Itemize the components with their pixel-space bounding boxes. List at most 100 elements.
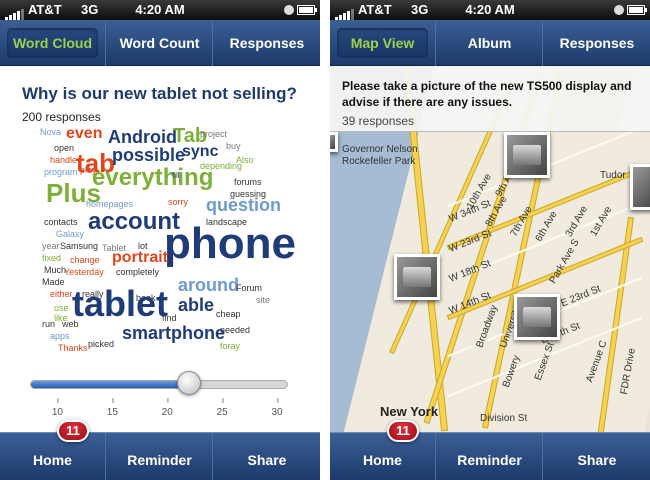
cloud-word: contacts: [44, 217, 78, 227]
response-count: 39 responses: [342, 114, 415, 128]
tab-responses[interactable]: Responses: [214, 20, 320, 66]
cloud-word: forums: [234, 177, 262, 187]
slider-tick-label: 10: [51, 398, 63, 418]
battery-icon: [627, 5, 647, 15]
cloud-word: change: [70, 255, 100, 265]
tab-label: Word Cloud: [12, 35, 93, 51]
top-tab-bar: Map View Album Responses: [330, 20, 650, 66]
cloud-word: phone: [164, 219, 296, 268]
photo-pin-marker[interactable]: [330, 132, 338, 152]
cloud-word: even: [66, 125, 103, 142]
cloud-word: buy: [226, 141, 241, 151]
tab-word-cloud[interactable]: Word Cloud: [0, 20, 106, 66]
tab-responses[interactable]: Responses: [544, 20, 650, 66]
cloud-word: year: [42, 241, 60, 251]
tab-album[interactable]: Album: [437, 20, 543, 66]
cloud-word: portrait: [112, 249, 168, 266]
cloud-word: web: [62, 319, 79, 329]
tab-label: Map View: [350, 35, 415, 51]
slider-thumb[interactable]: [177, 371, 202, 395]
cloud-word: Much: [44, 265, 67, 275]
tab-label: Responses: [229, 35, 305, 51]
cloud-word: Android: [108, 127, 177, 147]
screenshot-stage: AT&T 3G 4:20 AM Word Cloud Word Count Re…: [0, 0, 650, 480]
cloud-word: Made: [42, 277, 65, 287]
slider-ticks: 10 15 20 25 30: [30, 397, 288, 418]
cloud-word: apps: [50, 331, 70, 341]
map-label-rockefeller-park: Rockefeller Park: [342, 156, 416, 167]
photo-pin-marker[interactable]: [504, 132, 550, 178]
survey-prompt-header: Please take a picture of the new TS500 d…: [330, 66, 650, 132]
cloud-word: completely: [116, 267, 160, 277]
rotation-lock-icon: [284, 5, 294, 15]
home-button[interactable]: Home: [0, 433, 106, 480]
clock-label: 4:20 AM: [135, 2, 185, 17]
cloud-word: fill: [172, 171, 180, 180]
cloud-word: project: [200, 129, 228, 139]
display-photo-thumbnail: [523, 307, 551, 327]
notification-badge: 11: [57, 420, 89, 442]
tab-map-view[interactable]: Map View: [330, 20, 436, 66]
photo-pin-marker[interactable]: [630, 164, 650, 210]
slider-track[interactable]: [30, 380, 288, 389]
cloud-word: handle: [50, 155, 78, 165]
cloud-word: around: [178, 275, 239, 295]
share-button[interactable]: Share: [544, 433, 650, 480]
top-tab-bar: Word Cloud Word Count Responses: [0, 20, 320, 66]
cloud-word: program: [44, 167, 78, 177]
survey-prompt: Please take a picture of the new TS500 d…: [342, 79, 632, 109]
cloud-word: find: [162, 313, 177, 323]
map-label-division: Division St: [480, 413, 528, 424]
status-bar: AT&T 3G 4:20 AM: [330, 0, 650, 20]
cloud-word: Nova: [40, 127, 62, 137]
cloud-word: tablet: [72, 283, 169, 324]
status-bar: AT&T 3G 4:20 AM: [0, 0, 320, 20]
cloud-word: Galaxy: [56, 229, 85, 239]
cloud-word: picked: [88, 339, 115, 349]
phone-word-cloud-screen: AT&T 3G 4:20 AM Word Cloud Word Count Re…: [0, 0, 320, 480]
bottom-toolbar: Home Reminder Share: [330, 432, 650, 480]
tab-label: Album: [467, 35, 512, 51]
home-button[interactable]: Home: [330, 433, 436, 480]
cloud-word: smartphone: [122, 323, 226, 343]
photo-pin-marker[interactable]: [514, 294, 560, 340]
slider-tick-label: 30: [271, 398, 283, 418]
share-button[interactable]: Share: [214, 433, 320, 480]
clock-label: 4:20 AM: [465, 2, 515, 17]
cloud-word: Samsung: [60, 241, 99, 251]
reminder-button[interactable]: Reminder: [437, 433, 543, 480]
cloud-word: foray: [220, 341, 241, 351]
word-count-slider[interactable]: 10 15 20 25 30: [30, 371, 288, 418]
cloud-word: able: [178, 295, 215, 315]
cloud-word: everything: [92, 164, 214, 191]
map-label-governor: Governor Nelson: [342, 144, 418, 155]
cloud-word: open: [54, 143, 75, 153]
word-cloud: Nova even Android Tab project open handle tab po…: [30, 126, 300, 366]
display-photo-thumbnail: [403, 267, 431, 287]
cloud-word: Yesterday: [64, 267, 104, 277]
reminder-button[interactable]: Reminder: [107, 433, 213, 480]
map-label-new-york: New York: [380, 404, 439, 419]
slider-tick-label: 25: [216, 398, 228, 418]
phone-map-view-screen: AT&T 3G 4:20 AM Map View Album Responses: [330, 0, 650, 480]
cloud-word: fixed: [42, 253, 62, 263]
bottom-toolbar: Home Reminder Share: [0, 432, 320, 480]
cloud-word: use: [54, 303, 69, 313]
survey-question: Why is our new tablet not selling?: [22, 84, 297, 103]
rotation-lock-icon: [614, 5, 624, 15]
cloud-word: Forum: [236, 283, 263, 293]
photo-pin-marker[interactable]: [394, 254, 440, 300]
cloud-word: either: [50, 289, 73, 299]
cloud-word: sorry: [168, 197, 188, 207]
slider-tick-label: 20: [161, 398, 173, 418]
slider-tick-label: 15: [106, 398, 118, 418]
notification-badge: 11: [387, 420, 419, 442]
tab-label: Responses: [559, 35, 635, 51]
response-count: 200 responses: [22, 110, 101, 124]
cloud-word: possible: [112, 145, 186, 165]
battery-icon: [297, 5, 317, 15]
cloud-word: site: [256, 295, 271, 305]
tab-label: Word Count: [119, 35, 200, 51]
tab-word-count[interactable]: Word Count: [107, 20, 213, 66]
cloud-word: sync: [182, 143, 219, 160]
